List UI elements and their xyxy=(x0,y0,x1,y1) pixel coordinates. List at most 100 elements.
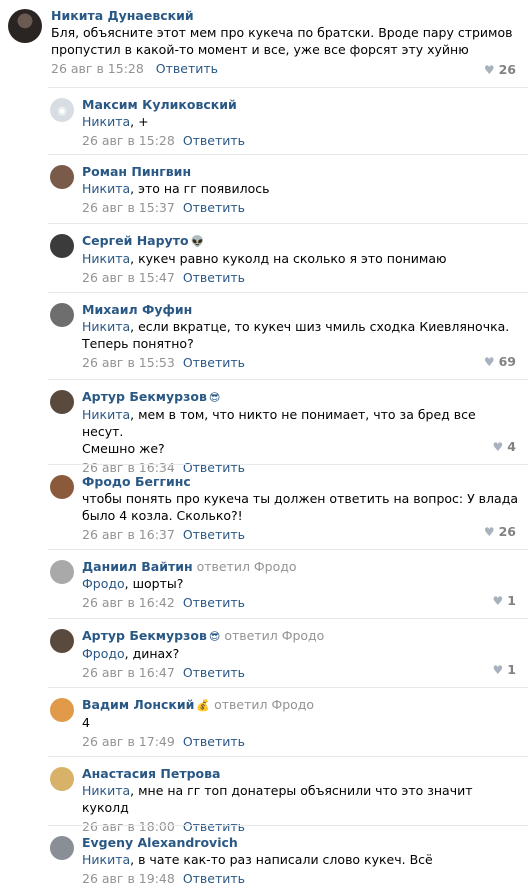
reply-comment: Анастасия Петрова Никита, мне на гг топ д… xyxy=(48,756,528,834)
camera-icon[interactable]: ◉ xyxy=(50,98,74,122)
avatar[interactable] xyxy=(8,9,42,43)
heart-icon: ♥ xyxy=(483,354,495,369)
reply-header: Анастасия Петрова xyxy=(82,765,518,782)
reply-author[interactable]: Сергей Наруто xyxy=(82,233,189,248)
heart-icon: ♥ xyxy=(492,662,504,677)
reply-author[interactable]: Evgeny Alexandrovich xyxy=(82,835,238,850)
like-button[interactable]: ♥ 4 xyxy=(493,439,516,454)
reply-text: Никита, в чате как-то раз написали слово… xyxy=(82,852,433,867)
mention-link[interactable]: Никита xyxy=(82,783,130,798)
avatar[interactable] xyxy=(50,836,74,860)
reply-to-label[interactable]: ответил Фродо xyxy=(193,559,297,574)
status-emoji-icon: 😎 xyxy=(208,630,221,643)
reply-date[interactable]: 26 авг в 16:37 xyxy=(82,527,175,542)
avatar[interactable] xyxy=(50,303,74,327)
reply-author[interactable]: Даниил Вайтин xyxy=(82,559,193,574)
like-count: 4 xyxy=(507,439,516,454)
like-button[interactable]: ♥ 1 xyxy=(493,593,516,608)
reply-author[interactable]: Артур Бекмурзов xyxy=(82,628,207,643)
reply-button[interactable]: Ответить xyxy=(183,595,245,610)
reply-header: Сергей Наруто 👽 xyxy=(82,232,518,250)
reply-date[interactable]: 26 авг в 19:48 xyxy=(82,871,175,886)
reply-text: 4 xyxy=(82,715,90,730)
like-button[interactable]: ♥ 26 xyxy=(484,62,516,77)
reply-comment: ◉ Максим Куликовский Никита, + 26 авг в 15:… xyxy=(48,87,528,154)
mention-link[interactable]: Фродо xyxy=(82,646,125,661)
reply-author[interactable]: Фродо Беггинс xyxy=(82,474,191,489)
mention-link[interactable]: Никита xyxy=(82,407,130,422)
avatar[interactable] xyxy=(50,629,74,653)
reply-author[interactable]: Роман Пингвин xyxy=(82,164,191,179)
reply-button[interactable]: Ответить xyxy=(183,270,245,285)
reply-author[interactable]: Максим Куликовский xyxy=(82,97,237,112)
like-button[interactable]: ♥ 69 xyxy=(484,354,516,369)
like-button[interactable]: ♥ 26 xyxy=(484,524,516,539)
reply-header: Максим Куликовский xyxy=(82,96,518,113)
reply-button[interactable]: Ответить xyxy=(183,665,245,680)
reply-button[interactable]: Ответить xyxy=(183,527,245,542)
comment-date[interactable]: 26 авг в 15:28 xyxy=(51,61,144,76)
reply-date[interactable]: 26 авг в 16:47 xyxy=(82,665,175,680)
reply-comment: Роман Пингвин Никита, это на гг появилось… xyxy=(48,154,528,223)
comment-author[interactable]: Никита Дунаевский xyxy=(51,7,518,24)
like-count: 69 xyxy=(498,354,516,369)
status-emoji-icon: 💰 xyxy=(196,699,211,712)
avatar[interactable] xyxy=(50,234,74,258)
comment-thread: Никита Дунаевский Бля, объясните этот ме… xyxy=(0,0,528,886)
avatar[interactable] xyxy=(50,475,74,499)
reply-header: Даниил Вайтин ответил Фродо xyxy=(82,558,518,575)
reply-author[interactable]: Вадим Лонский xyxy=(82,697,194,712)
reply-to-label[interactable]: ответил Фродо xyxy=(210,697,314,712)
reply-author[interactable]: Артур Бекмурзов xyxy=(82,389,207,404)
heart-icon: ♥ xyxy=(483,62,495,77)
like-button[interactable]: ♥ 1 xyxy=(493,662,516,677)
comment-text: Бля, объясните этот мем про кукеча по бр… xyxy=(51,25,513,57)
reply-meta: 26 авг в 15:37 Ответить xyxy=(82,199,518,216)
avatar[interactable] xyxy=(50,165,74,189)
reply-author[interactable]: Михаил Фуфин xyxy=(82,302,192,317)
reply-date[interactable]: 26 авг в 15:53 xyxy=(82,355,175,370)
avatar[interactable] xyxy=(50,560,74,584)
reply-comment: Вадим Лонский 💰 ответил Фродо 4 26 авг в 17… xyxy=(48,687,528,756)
avatar[interactable] xyxy=(50,767,74,791)
mention-link[interactable]: Никита xyxy=(82,319,130,334)
avatar[interactable] xyxy=(50,390,74,414)
reply-meta: 26 авг в 15:53 Ответить xyxy=(82,354,518,371)
reply-date[interactable]: 26 авг в 15:28 xyxy=(82,133,175,148)
reply-date[interactable]: 26 авг в 15:47 xyxy=(82,270,175,285)
like-count: 1 xyxy=(507,662,516,677)
reply-button[interactable]: Ответить xyxy=(183,200,245,215)
reply-date[interactable]: 26 авг в 16:42 xyxy=(82,595,175,610)
mention-link[interactable]: Никита xyxy=(82,251,130,266)
reply-to-label[interactable]: ответил Фродо xyxy=(220,628,324,643)
reply-button[interactable]: Ответить xyxy=(156,61,218,76)
mention-link[interactable]: Фродо xyxy=(82,576,125,591)
reply-comment: Evgeny Alexandrovich Никита, в чате как-т… xyxy=(48,825,528,886)
reply-button[interactable]: Ответить xyxy=(183,133,245,148)
reply-comment: Артур Бекмурзов 😎 Никита, мем в том, что н… xyxy=(48,379,528,475)
reply-author[interactable]: Анастасия Петрова xyxy=(82,766,220,781)
reply-meta: 26 авг в 15:47 Ответить xyxy=(82,269,518,286)
reply-button[interactable]: Ответить xyxy=(183,871,245,886)
status-emoji-icon: 😎 xyxy=(208,391,221,404)
mention-link[interactable]: Никита xyxy=(82,114,130,129)
reply-header: Артур Бекмурзов 😎 ответил Фродо xyxy=(82,627,518,645)
mention-link[interactable]: Никита xyxy=(82,852,130,867)
like-count: 26 xyxy=(498,524,516,539)
reply-text: Никита, если вкратце, то кукеч шиз чмиль… xyxy=(82,319,510,351)
mention-link[interactable]: Никита xyxy=(82,181,130,196)
reply-meta: 26 авг в 19:48 Ответить xyxy=(82,870,518,887)
reply-meta: 26 авг в 16:47 Ответить xyxy=(82,664,518,681)
reply-button[interactable]: Ответить xyxy=(183,355,245,370)
reply-comment: Сергей Наруто 👽 Никита, кукеч равно куколд… xyxy=(48,223,528,292)
reply-text: Никита, кукеч равно куколд на сколько я … xyxy=(82,251,447,266)
reply-button[interactable]: Ответить xyxy=(183,734,245,749)
reply-header: Артур Бекмурзов 😎 xyxy=(82,388,518,406)
reply-date[interactable]: 26 авг в 17:49 xyxy=(82,734,175,749)
reply-comment: Артур Бекмурзов 😎 ответил Фродо Фродо, дин… xyxy=(48,618,528,687)
reply-header: Фродо Беггинс xyxy=(82,473,518,490)
reply-text: Фродо, динах? xyxy=(82,646,180,661)
comment-meta: 26 авг в 15:28 Ответить xyxy=(51,60,518,77)
avatar[interactable] xyxy=(50,698,74,722)
reply-date[interactable]: 26 авг в 15:37 xyxy=(82,200,175,215)
